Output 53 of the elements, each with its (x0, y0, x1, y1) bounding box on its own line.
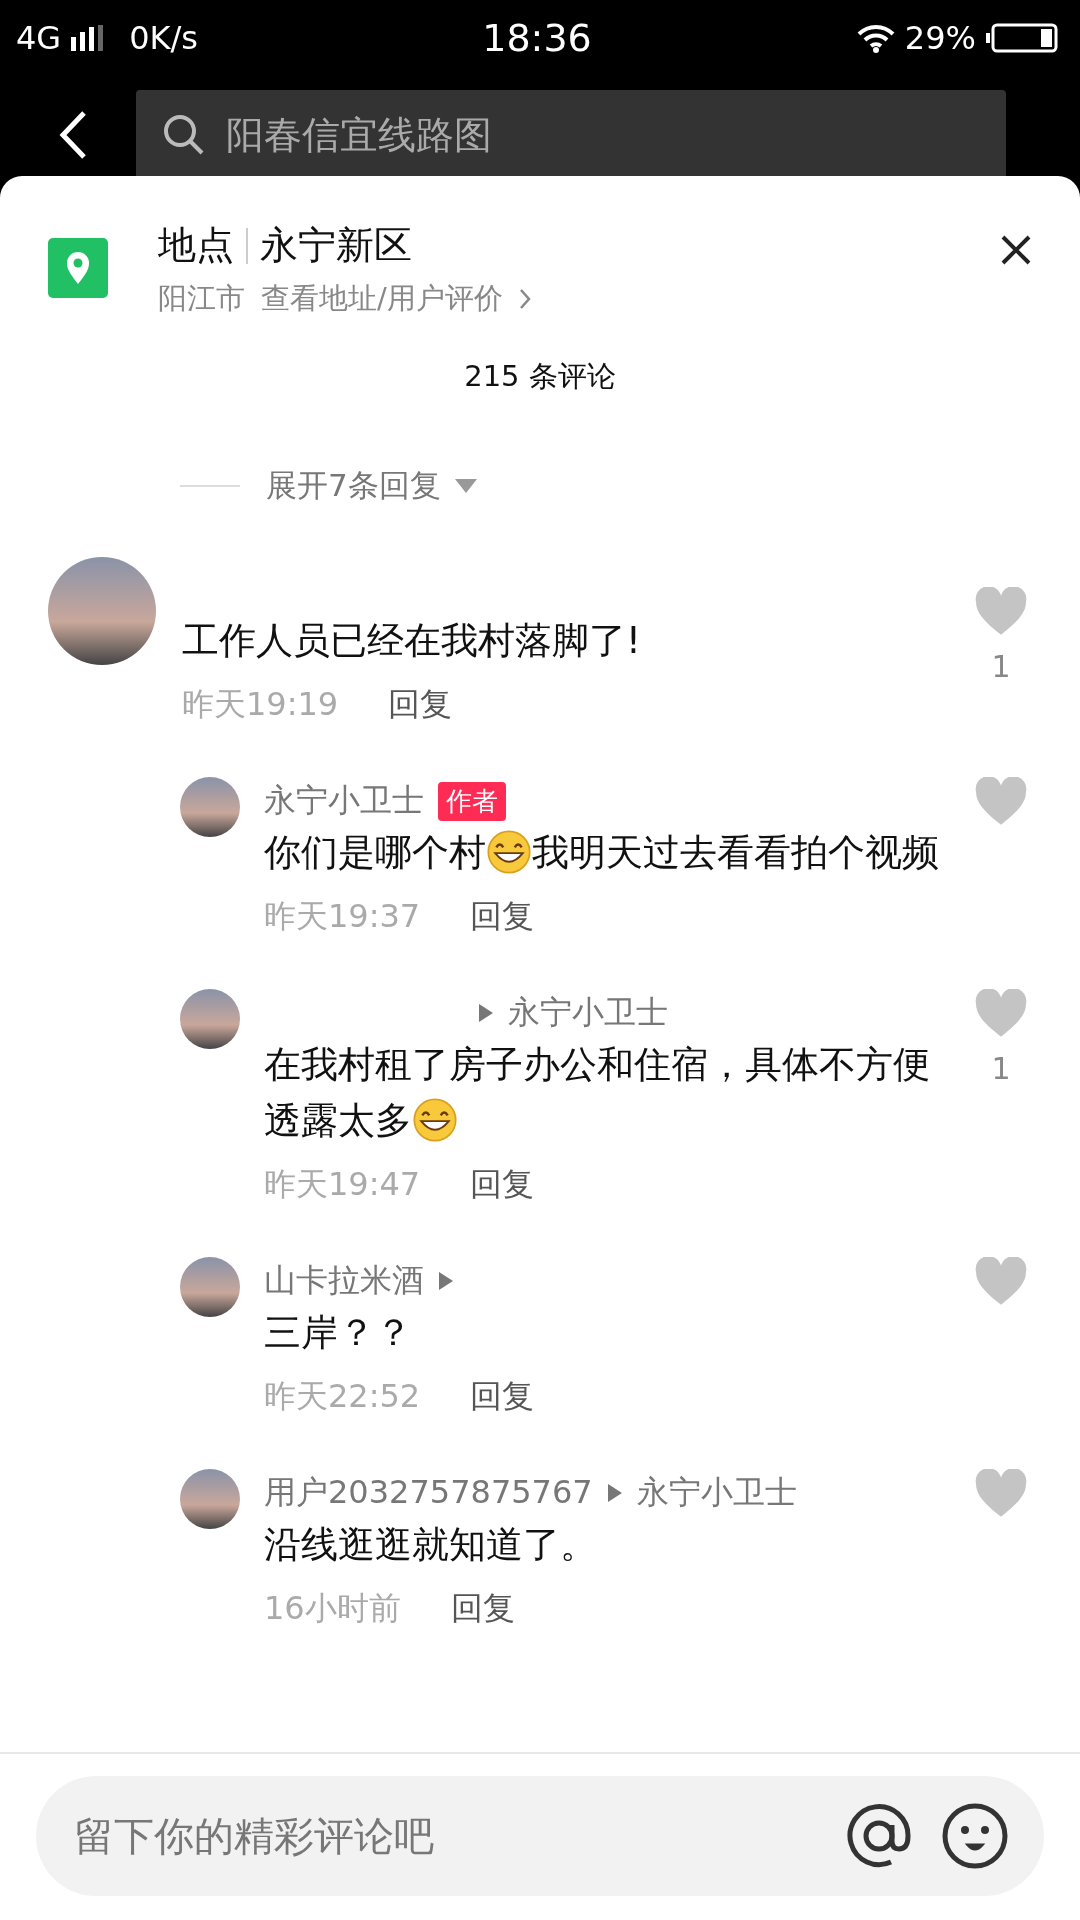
username[interactable]: 山卡拉米酒 (264, 1259, 424, 1303)
avatar-photo-placeholder[interactable] (180, 989, 240, 1049)
signal-icon (71, 25, 106, 51)
clock-time: 18:36 (482, 16, 592, 60)
comment-time: 昨天19:19 (182, 684, 339, 725)
back-icon[interactable] (58, 110, 88, 160)
close-icon[interactable] (1000, 234, 1032, 266)
location-pin-icon (48, 238, 108, 298)
username[interactable]: 永宁小卫士 (264, 779, 424, 823)
comment-text: 工作人员已经在我村落脚了! (182, 618, 642, 664)
reply-arrow-icon (606, 1483, 623, 1503)
place-label: 地点 (158, 222, 234, 269)
reply-time: 昨天19:37 (264, 896, 421, 937)
search-icon (162, 113, 206, 157)
reply-link[interactable]: 回复 (450, 1587, 515, 1631)
reply-text: 沿线逛逛就知道了。 (264, 1522, 598, 1568)
reply-time: 16小时前 (264, 1588, 401, 1629)
battery-percent: 29% (904, 19, 976, 57)
author-tag: 作者 (438, 781, 506, 821)
at-mention-icon[interactable] (846, 1803, 912, 1869)
reply-link[interactable]: 回复 (470, 1163, 535, 1207)
reply-time: 昨天22:52 (264, 1376, 421, 1417)
place-name: 永宁新区 (260, 222, 412, 269)
like-count: 1 (991, 1051, 1011, 1086)
wifi-icon (856, 23, 895, 53)
reply-link[interactable]: 回复 (470, 895, 535, 939)
like-count: 1 (991, 649, 1011, 684)
chevron-right-icon (518, 288, 531, 310)
reply-time: 昨天19:47 (264, 1164, 421, 1205)
reply-text: 三岸？？ (264, 1310, 413, 1356)
grin-emoji-icon (486, 829, 532, 875)
reply-to-username[interactable]: 永宁小卫士 (636, 1471, 797, 1515)
avatar-photo-placeholder[interactable] (180, 777, 240, 837)
expand-replies-link[interactable]: 展开7条回复 (266, 465, 441, 507)
dropdown-triangle-icon (454, 479, 477, 493)
username[interactable]: 用户2032757875767 (264, 1471, 593, 1515)
comment-input-field[interactable]: 留下你的精彩评论吧 (36, 1776, 1044, 1896)
reply-text: 在我村租了房子办公和住宿，具体不方便透露太多 (264, 1042, 931, 1145)
reply-to-username[interactable]: 永宁小卫士 (508, 991, 668, 1035)
comment-count: 215 条评论 (463, 358, 617, 395)
reply-text: 你们是哪个村 我明天过去看看拍个视频 (264, 828, 940, 877)
reply-link[interactable]: 回复 (388, 683, 453, 727)
city-name: 阳江市 (158, 280, 245, 317)
network-label: 4G (16, 19, 62, 57)
emoji-face-icon[interactable] (942, 1803, 1008, 1869)
network-speed: 0K/s (129, 19, 198, 57)
avatar-photo-placeholder[interactable] (180, 1469, 240, 1529)
avatar-photo-placeholder[interactable] (180, 1257, 240, 1317)
reply-arrow-icon (478, 1003, 494, 1023)
address-reviews-link[interactable]: 查看地址/用户评价 (261, 279, 503, 319)
reply-link[interactable]: 回复 (470, 1375, 535, 1419)
grin-emoji-icon (412, 1097, 458, 1143)
battery-icon (986, 23, 1058, 53)
